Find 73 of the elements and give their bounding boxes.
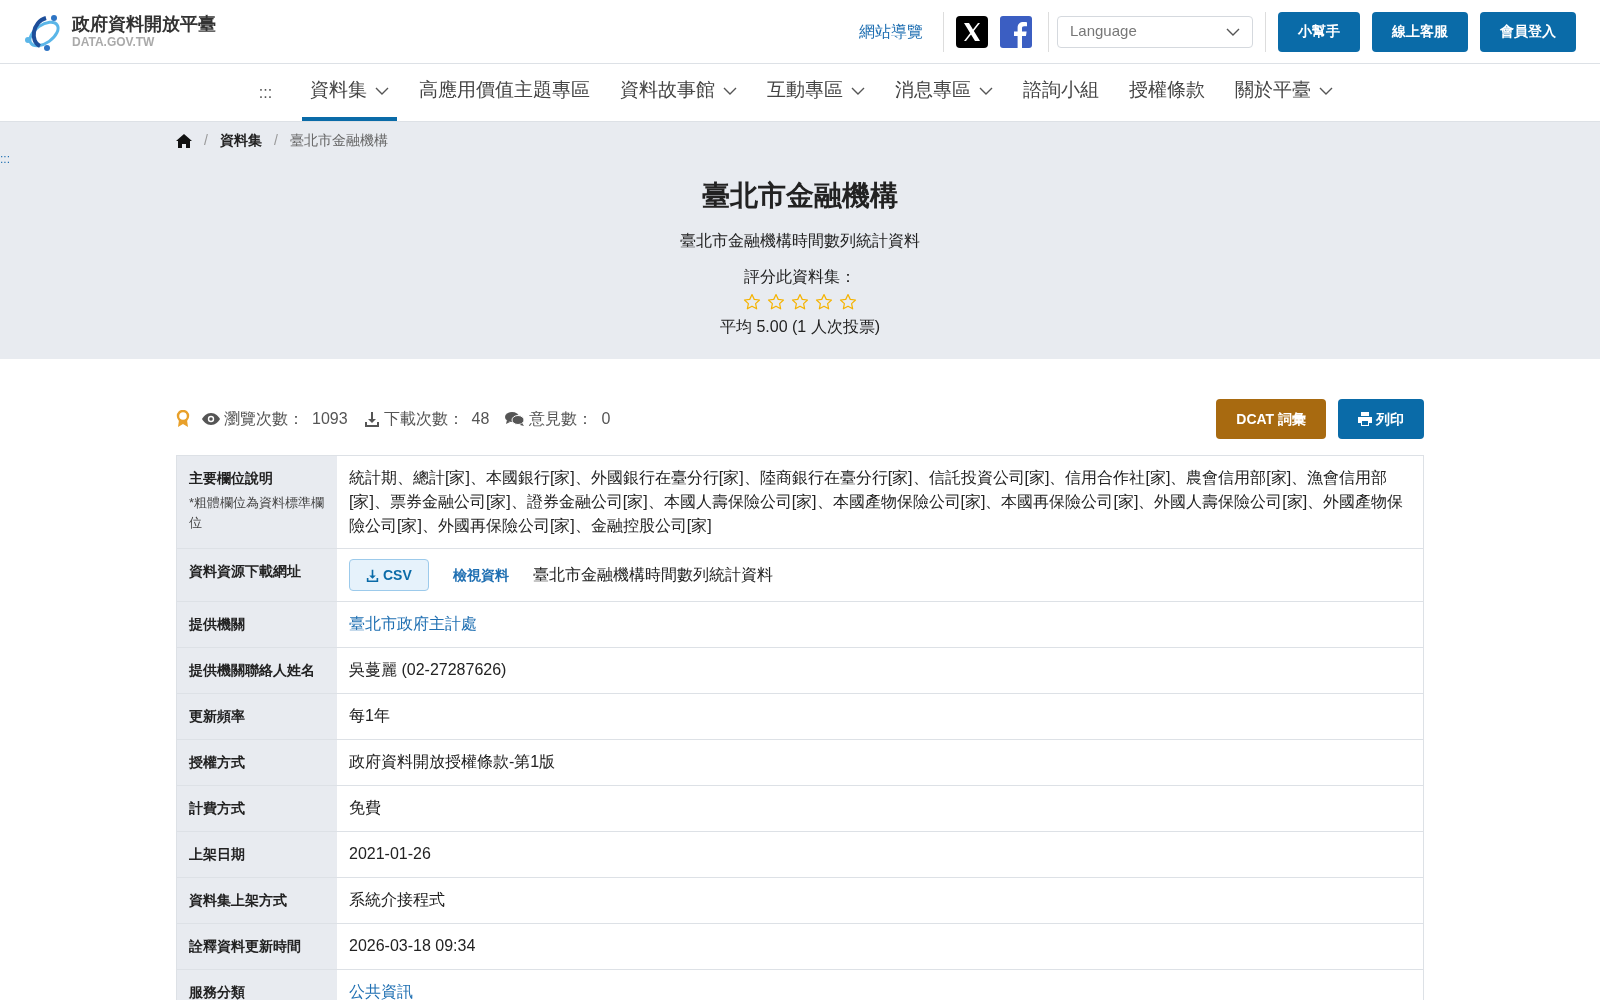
nav-tab[interactable]: 消息專區 xyxy=(887,64,1002,121)
row-label: 資料集上架方式 xyxy=(189,891,288,910)
rating-label: 評分此資料集： xyxy=(744,267,856,287)
logo-subtitle: DATA.GOV.TW xyxy=(72,35,156,51)
breadcrumb-item[interactable]: 資料集 xyxy=(219,130,262,151)
stat-label: 意見數： xyxy=(529,409,594,429)
row-value: 系統介接程式 xyxy=(349,890,445,910)
row-value: 政府資料開放授權條款-第1版 xyxy=(349,752,556,772)
row-label: 授權方式 xyxy=(189,753,246,772)
dataset-title: 臺北市金融機構 xyxy=(702,179,898,213)
row-value: 2021-01-26 xyxy=(349,844,431,864)
row-label: 上架日期 xyxy=(189,845,246,864)
star-icon[interactable] xyxy=(743,293,761,311)
row-label: 計費方式 xyxy=(189,799,246,818)
star-icon[interactable] xyxy=(767,293,785,311)
nav-tab[interactable]: 授權條款 xyxy=(1121,64,1214,121)
eye-icon xyxy=(202,413,220,425)
facebook-icon[interactable] xyxy=(1000,15,1032,48)
nav-tab[interactable]: 資料故事館 xyxy=(612,64,746,121)
dcat-button[interactable]: DCAT 詞彙 xyxy=(1216,399,1326,439)
download-icon xyxy=(366,568,379,582)
row-value: 吳蔓麗 (02-27287626) xyxy=(349,660,507,680)
nav-tab[interactable]: 關於平臺 xyxy=(1227,64,1342,121)
row-label: 資料資源下載網址 xyxy=(189,562,302,581)
print-button[interactable]: 列印 xyxy=(1338,399,1424,439)
header-button[interactable]: 會員登入 xyxy=(1480,11,1576,52)
row-label: 服務分類 xyxy=(189,983,246,1000)
sitemap-link[interactable]: 網站導覽 xyxy=(847,19,935,44)
breadcrumb-separator: / xyxy=(273,131,278,150)
stat-value: 0 xyxy=(601,409,611,429)
row-value: 2026-03-18 09:34 xyxy=(349,936,476,956)
header-button[interactable]: 小幫手 xyxy=(1278,11,1360,52)
row-value: 統計期、總計[家]、本國銀行[家]、外國銀行在臺分行[家]、陸商銀行在臺分行[家]、信託投資公司[家]、信用合作社[家]、農會信用部[家]、漁會信用部[家]、票券金融公司[家]、證券金融公司[家]、本國人壽保險公司[家]、本國產物保險公司[家]、本國再保險公司[家]、外國人壽保險公司[家]、外國產物保險公司[家]、外國再保險公司[家]、金融控股公司[家] xyxy=(349,468,1405,536)
row-label: 提供機關聯絡人姓名 xyxy=(189,661,316,680)
language-select[interactable]: Language xyxy=(1057,15,1253,48)
row-label: 詮釋資料更新時間 xyxy=(189,937,302,956)
row-link[interactable]: 臺北市政府主計處 xyxy=(349,612,477,636)
home-icon[interactable] xyxy=(176,132,192,149)
row-label: 主要欄位說明 xyxy=(189,469,274,488)
download-icon xyxy=(363,411,380,427)
row-note: *粗體欄位為資料標準欄位 xyxy=(189,494,325,532)
printer-icon xyxy=(1358,412,1372,426)
star-rating[interactable] xyxy=(743,293,857,311)
skip-marker[interactable]: ::: xyxy=(258,80,273,105)
nav-tab[interactable]: 互動專區 xyxy=(759,64,874,121)
dataset-subtitle: 臺北市金融機構時間數列統計資料 xyxy=(680,231,920,251)
award-icon xyxy=(176,410,190,428)
rating-average: 平均 5.00 (1 人次投票) xyxy=(720,317,880,337)
stat-label: 瀏覽次數： xyxy=(224,409,304,429)
view-data-link[interactable]: 檢視資料 xyxy=(452,563,509,587)
stat-value: 48 xyxy=(471,409,490,429)
csv-button[interactable]: CSV xyxy=(349,559,429,591)
star-icon[interactable] xyxy=(839,293,857,311)
logo-title: 政府資料開放平臺 xyxy=(72,12,216,36)
comments-icon xyxy=(505,411,526,427)
row-link[interactable]: 公共資訊 xyxy=(349,980,413,1000)
chevron-icon xyxy=(1226,27,1240,36)
x-icon[interactable] xyxy=(956,15,988,48)
row-label: 提供機關 xyxy=(189,615,246,634)
stat-value: 1093 xyxy=(312,409,348,429)
header-button[interactable]: 線上客服 xyxy=(1372,11,1468,52)
star-icon[interactable] xyxy=(815,293,833,311)
row-value: 臺北市金融機構時間數列統計資料 xyxy=(532,565,773,585)
nav-tab[interactable]: 高應用價值主題專區 xyxy=(411,64,599,121)
breadcrumb-item: 臺北市金融機構 xyxy=(289,131,388,150)
star-icon[interactable] xyxy=(791,293,809,311)
breadcrumb-separator: / xyxy=(204,131,208,150)
nav-tab[interactable]: 諮詢小組 xyxy=(1015,64,1108,121)
row-value: 免費 xyxy=(349,798,381,818)
row-label: 更新頻率 xyxy=(189,707,246,726)
row-value: 每1年 xyxy=(349,706,390,726)
stat-label: 下載次數： xyxy=(383,409,464,429)
side-marker[interactable]: ::: xyxy=(0,150,10,168)
